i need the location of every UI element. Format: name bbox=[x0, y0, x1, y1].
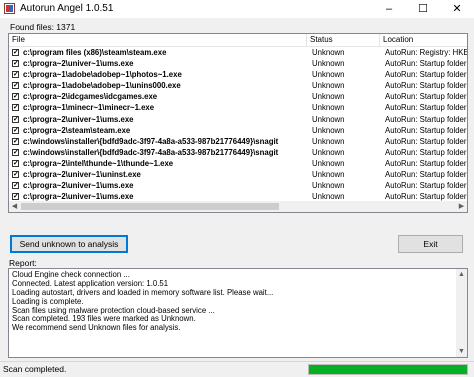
location-cell: AutoRun: Startup folder bbox=[385, 147, 467, 157]
file-path-cell: c:\windows\installer\{bdfd9adc-3f97-4a8a… bbox=[23, 136, 279, 146]
status-cell: Unknown bbox=[312, 48, 345, 57]
row-checkbox[interactable]: ✓ bbox=[12, 137, 19, 145]
row-checkbox[interactable]: ✓ bbox=[12, 159, 19, 167]
scroll-up-icon[interactable]: ▲ bbox=[456, 269, 467, 280]
location-cell: AutoRun: Startup folder bbox=[385, 103, 467, 113]
column-header-file[interactable]: File bbox=[9, 34, 307, 46]
row-checkbox[interactable]: ✓ bbox=[12, 171, 19, 179]
list-rows: ✓ c:\program files (x86)\steam\steam.exe U… bbox=[9, 47, 467, 202]
table-row[interactable]: ✓ c:\progra~2\intel\thunde~1\thunde~1.exe… bbox=[9, 158, 467, 169]
file-path-cell: c:\program files (x86)\steam\steam.exe bbox=[23, 48, 167, 57]
table-row[interactable]: ✓ c:\windows\installer\{bdfd9adc-3f97-4a8… bbox=[9, 147, 467, 158]
table-row[interactable]: ✓ c:\windows\installer\{bdfd9adc-3f97-4a8… bbox=[9, 136, 467, 147]
table-row[interactable]: ✓ c:\program files (x86)\steam\steam.exe U… bbox=[9, 47, 467, 58]
row-checkbox[interactable]: ✓ bbox=[12, 104, 19, 112]
status-text: Scan completed. bbox=[3, 364, 67, 374]
status-cell: Unknown bbox=[312, 114, 345, 124]
location-cell: AutoRun: Startup folder bbox=[385, 181, 467, 191]
table-row[interactable]: ✓ c:\progra~2\univer~1\uninst.exe Unknown A… bbox=[9, 169, 467, 180]
location-cell: AutoRun: Registry: HKE bbox=[385, 48, 467, 57]
file-path-cell: c:\progra~2\univer~1\ums.exe bbox=[23, 59, 134, 69]
scrollbar-thumb[interactable] bbox=[21, 203, 279, 210]
file-path-cell: c:\progra~2\idcgames\idcgames.exe bbox=[23, 92, 158, 102]
row-checkbox[interactable]: ✓ bbox=[12, 182, 19, 190]
status-cell: Unknown bbox=[312, 170, 345, 180]
location-cell: AutoRun: Startup folder bbox=[385, 114, 467, 124]
exit-button[interactable]: Exit bbox=[398, 235, 463, 253]
file-path-cell: c:\progra~2\univer~1\ums.exe bbox=[23, 114, 134, 124]
report-textarea[interactable]: Cloud Engine check connection ... Connect… bbox=[8, 268, 468, 358]
status-cell: Unknown bbox=[312, 147, 345, 157]
vertical-scrollbar[interactable]: ▲ ▼ bbox=[456, 269, 467, 357]
status-cell: Unknown bbox=[312, 59, 345, 69]
status-cell: Unknown bbox=[312, 136, 345, 146]
location-cell: AutoRun: Startup folder bbox=[385, 92, 467, 102]
status-cell: Unknown bbox=[312, 92, 345, 102]
row-checkbox[interactable]: ✓ bbox=[12, 126, 19, 134]
file-path-cell: c:\progra~1\adobe\adobep~1\photos~1.exe bbox=[23, 70, 182, 80]
close-button[interactable]: ✕ bbox=[440, 0, 474, 18]
status-cell: Unknown bbox=[312, 181, 345, 191]
app-icon bbox=[4, 3, 15, 14]
progress-fill bbox=[309, 365, 467, 374]
table-row[interactable]: ✓ c:\progra~2\steam\steam.exe Unknown AutoR… bbox=[9, 125, 467, 136]
file-path-cell: c:\progra~2\univer~1\uninst.exe bbox=[23, 170, 141, 180]
row-checkbox[interactable]: ✓ bbox=[12, 115, 19, 123]
row-checkbox[interactable]: ✓ bbox=[12, 93, 19, 101]
location-cell: AutoRun: Startup folder bbox=[385, 136, 467, 146]
row-checkbox[interactable]: ✓ bbox=[12, 193, 19, 201]
scroll-down-icon[interactable]: ▼ bbox=[456, 346, 467, 357]
scroll-right-icon[interactable]: ▶ bbox=[456, 201, 467, 212]
report-lines: Cloud Engine check connection ... Connect… bbox=[12, 270, 464, 333]
column-header-status[interactable]: Status bbox=[307, 34, 380, 46]
location-cell: AutoRun: Startup folder bbox=[385, 170, 467, 180]
file-path-cell: c:\progra~2\steam\steam.exe bbox=[23, 125, 131, 135]
table-row[interactable]: ✓ c:\progra~2\univer~1\ums.exe Unknown Auto… bbox=[9, 58, 467, 69]
table-row[interactable]: ✓ c:\progra~2\idcgames\idcgames.exe Unknow… bbox=[9, 91, 467, 102]
location-cell: AutoRun: Startup folder bbox=[385, 81, 467, 91]
row-checkbox[interactable]: ✓ bbox=[12, 49, 19, 56]
table-row[interactable]: ✓ c:\progra~1\adobe\adobep~1\photos~1.exe… bbox=[9, 69, 467, 80]
row-checkbox[interactable]: ✓ bbox=[12, 82, 19, 90]
location-cell: AutoRun: Startup folder bbox=[385, 70, 467, 80]
maximize-button[interactable]: ☐ bbox=[406, 0, 440, 18]
scroll-left-icon[interactable]: ◀ bbox=[9, 201, 20, 212]
row-checkbox[interactable]: ✓ bbox=[12, 148, 19, 156]
table-row[interactable]: ✓ c:\progra~1\minecr~1\minecr~1.exe Unknow… bbox=[9, 102, 467, 113]
location-cell: AutoRun: Startup folder bbox=[385, 125, 467, 135]
location-cell: AutoRun: Startup folder bbox=[385, 59, 467, 69]
list-header: File Status Location bbox=[9, 34, 467, 47]
file-path-cell: c:\progra~2\intel\thunde~1\thunde~1.exe bbox=[23, 158, 174, 168]
file-path-cell: c:\windows\installer\{bdfd9adc-3f97-4a8a… bbox=[23, 147, 279, 157]
file-path-cell: c:\progra~2\univer~1\ums.exe bbox=[23, 181, 134, 191]
minimize-button[interactable]: – bbox=[372, 0, 406, 18]
status-cell: Unknown bbox=[312, 70, 345, 80]
found-files-label: Found files: 1371 bbox=[10, 22, 76, 32]
status-cell: Unknown bbox=[312, 81, 345, 91]
row-checkbox[interactable]: ✓ bbox=[12, 60, 19, 68]
status-bar: Scan completed. bbox=[0, 361, 474, 377]
horizontal-scrollbar[interactable]: ◀ ▶ bbox=[9, 201, 467, 212]
row-checkbox[interactable]: ✓ bbox=[12, 71, 19, 79]
location-cell: AutoRun: Startup folder bbox=[385, 158, 467, 168]
title-bar: Autorun Angel 1.0.51 – ☐ ✕ bbox=[0, 0, 474, 18]
table-row[interactable]: ✓ c:\progra~2\univer~1\ums.exe Unknown Auto… bbox=[9, 114, 467, 125]
file-list[interactable]: File Status Location ✓ c:\program files (… bbox=[8, 33, 468, 213]
send-unknown-button[interactable]: Send unknown to analysis bbox=[10, 235, 128, 253]
table-row[interactable]: ✓ c:\progra~2\univer~1\ums.exe Unknown Auto… bbox=[9, 180, 467, 191]
file-path-cell: c:\progra~1\adobe\adobep~1\unins000.exe bbox=[23, 81, 181, 91]
report-line: We recommend send Unknown files for anal… bbox=[12, 323, 181, 333]
column-header-location[interactable]: Location bbox=[380, 34, 467, 46]
status-cell: Unknown bbox=[312, 125, 345, 135]
window-title: Autorun Angel 1.0.51 bbox=[20, 3, 114, 14]
status-cell: Unknown bbox=[312, 158, 345, 168]
status-cell: Unknown bbox=[312, 103, 345, 113]
table-row[interactable]: ✓ c:\progra~1\adobe\adobep~1\unins000.exe… bbox=[9, 80, 467, 91]
progress-bar bbox=[308, 364, 468, 375]
file-path-cell: c:\progra~1\minecr~1\minecr~1.exe bbox=[23, 103, 155, 113]
report-label: Report: bbox=[9, 258, 37, 268]
